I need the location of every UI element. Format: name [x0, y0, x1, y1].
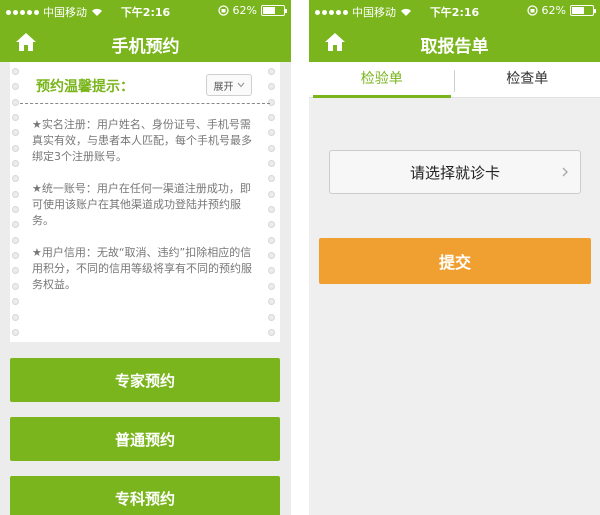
status-bar: 中国移动 下午2:16 62%: [309, 0, 600, 22]
tip-paragraph-credit: ★用户信用：无故“取消、违约”扣除相应的信用积分，不同的信用等级将享有不同的预约…: [32, 246, 252, 291]
battery-icon: [261, 5, 287, 16]
tip-paragraph-account: ★统一账号：用户在任何一渠道注册成功，即可使用该账户在其他渠道成功登陆并预约服务…: [32, 182, 251, 227]
general-appointment-button[interactable]: 普通预约: [10, 417, 280, 461]
chevron-right-icon: [562, 167, 568, 177]
page-title: 手机预约: [111, 37, 180, 57]
tab-divider: [454, 70, 455, 92]
right-screen: 中国移动 下午2:16 62% 取报告单 检验单 检查单 请选择就诊卡 提交: [309, 0, 600, 515]
card-perforation-left: [12, 68, 22, 336]
tip-paragraph-register: ★实名注册：用户姓名、身份证号、手机号需真实有效，与患者本人匹配，每个手机号最多…: [32, 118, 252, 163]
status-bar: 中国移动 下午2:16 62%: [0, 0, 291, 22]
expand-label: 展开: [213, 81, 234, 93]
tab-lab-report[interactable]: 检验单: [309, 62, 455, 98]
tips-title: 预约温馨提示：: [36, 79, 134, 95]
page-title: 取报告单: [420, 37, 489, 57]
expert-appointment-button[interactable]: 专家预约: [10, 358, 280, 402]
battery-percent: 62%: [232, 4, 257, 17]
specialty-appointment-button[interactable]: 专科预约: [10, 476, 280, 515]
submit-button[interactable]: 提交: [319, 238, 591, 284]
orientation-lock-icon: [526, 5, 538, 16]
divider: [20, 103, 270, 104]
chevron-down-icon: [237, 82, 244, 88]
battery-percent: 62%: [541, 4, 566, 17]
orientation-lock-icon: [217, 5, 229, 16]
expand-button[interactable]: 展开: [206, 74, 252, 96]
battery-icon: [570, 5, 596, 16]
card-perforation-right: [268, 68, 278, 336]
left-screen: 中国移动 下午2:16 62% 手机预约 预约温馨提示： 展开 ★实名注册：用户…: [0, 0, 291, 515]
select-visit-card-button[interactable]: 请选择就诊卡: [329, 150, 581, 194]
tab-exam-report[interactable]: 检查单: [455, 62, 600, 97]
tips-card: 预约温馨提示： 展开 ★实名注册：用户姓名、身份证号、手机号需真实有效，与患者本…: [10, 62, 280, 342]
select-visit-card-label: 请选择就诊卡: [409, 163, 500, 182]
nav-bar: 手机预约: [0, 22, 291, 62]
nav-bar: 取报告单: [309, 22, 600, 62]
tips-text: ★实名注册：用户姓名、身份证号、手机号需真实有效，与患者本人匹配，每个手机号最多…: [32, 117, 256, 309]
